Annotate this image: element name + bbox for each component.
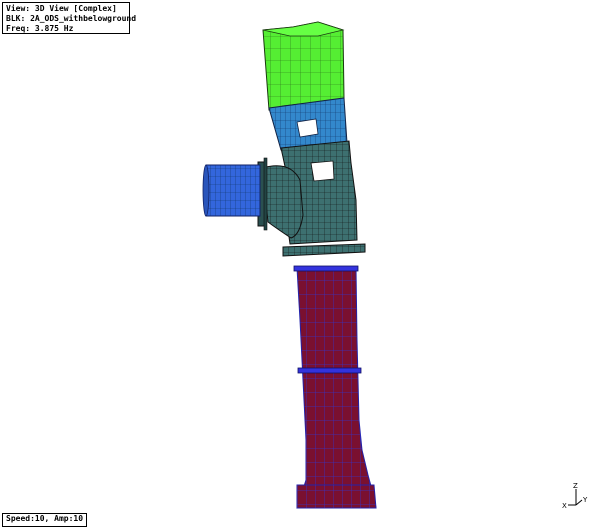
axis-z-label: Z	[573, 482, 578, 490]
animation-status: Speed:10, Amp:10	[2, 513, 88, 527]
axis-x-label: X	[562, 502, 567, 510]
motor	[262, 21, 345, 111]
discharge-pipe	[202, 164, 261, 217]
axis-y-label: Y	[582, 496, 588, 504]
model-viewport[interactable]: Z X Y	[0, 0, 600, 528]
column-pipe	[293, 265, 377, 509]
axis-triad: Z X Y	[562, 482, 588, 510]
